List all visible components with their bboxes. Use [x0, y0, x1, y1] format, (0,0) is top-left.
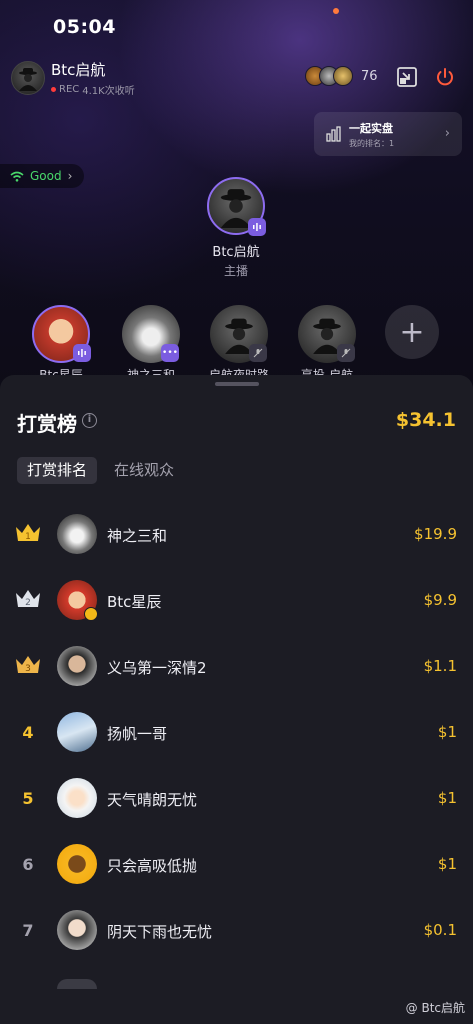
watermark: @ Btc启航 [406, 999, 465, 1016]
pk-card-subtitle: 我的排名：1 [349, 138, 395, 148]
gift-amount: $1 [437, 723, 457, 741]
wifi-icon [10, 171, 24, 182]
more-options-icon[interactable]: ••• [161, 344, 179, 362]
mic-muted-icon [337, 344, 355, 362]
user-name: 义乌第一深情2 [107, 659, 207, 677]
total-amount: $34.1 [395, 409, 456, 431]
ranking-row[interactable]: 6 只会高吸低抛 $1 [0, 839, 473, 893]
network-status-pill[interactable]: Good › [0, 164, 85, 188]
rank-number: 5 [22, 789, 34, 808]
add-guest-icon[interactable]: + [385, 305, 439, 359]
gift-amount: $19.9 [414, 525, 457, 543]
gold-crown-icon: 1 [16, 524, 40, 542]
pk-rank-card[interactable]: 一起实盘 我的排名：1 › [314, 112, 462, 156]
gift-amount: $1 [437, 855, 457, 873]
user-name: 阴天下雨也无忧 [107, 923, 213, 941]
ranking-row[interactable]: 1 神之三和 $19.9 [0, 509, 473, 563]
rank-number: 3 [25, 664, 31, 674]
host-seat-name: Btc启航 [212, 245, 260, 260]
mic-muted-icon [249, 344, 267, 362]
viewer-avatars[interactable]: 76 [305, 66, 378, 86]
listener-count: 4.1K次收听 [82, 86, 135, 97]
host-stats: REC 4.1K次收听 [51, 82, 135, 97]
ranking-row[interactable]: 4 扬帆一哥 $1 [0, 707, 473, 761]
status-time: 05:04 [53, 16, 116, 38]
tab-gift-ranking[interactable]: 打赏排名 [17, 457, 97, 484]
ranking-row[interactable]: 2 Btc星辰 $9.9 [0, 575, 473, 629]
gift-amount: $0.1 [423, 921, 457, 939]
user-avatar[interactable] [57, 712, 97, 752]
user-name: Btc星辰 [107, 593, 162, 611]
rank-number: 1 [25, 532, 31, 542]
user-name: 只会高吸低抛 [107, 857, 198, 875]
ranking-row[interactable]: 7 阴天下雨也无忧 $0.1 [0, 905, 473, 959]
user-avatar[interactable] [57, 844, 97, 884]
verified-badge-icon [84, 607, 98, 621]
user-avatar[interactable] [57, 514, 97, 554]
bronze-crown-icon: 3 [16, 656, 40, 674]
chevron-right-icon: › [67, 169, 73, 183]
rank-number: 4 [22, 723, 34, 742]
minimize-window-icon[interactable] [396, 66, 418, 88]
user-avatar[interactable] [57, 910, 97, 950]
ranking-row[interactable]: 3 义乌第一深情2 $1.1 [0, 641, 473, 695]
bar-chart-icon [326, 126, 341, 142]
info-icon[interactable]: i [82, 413, 97, 428]
user-avatar[interactable] [57, 646, 97, 686]
pk-card-title: 一起实盘 [349, 121, 393, 135]
host-avatar[interactable] [11, 61, 45, 95]
gift-amount: $1 [437, 789, 457, 807]
rec-dot-icon [51, 87, 56, 92]
network-status-label: Good [30, 169, 62, 183]
sheet-drag-handle[interactable] [215, 382, 259, 386]
power-off-icon[interactable] [434, 66, 456, 88]
host-info[interactable]: Btc启航 REC 4.1K次收听 [11, 59, 135, 97]
sheet-title: 打赏榜 [17, 412, 77, 436]
rank-number: 2 [25, 598, 31, 608]
ranking-row[interactable]: 5 天气晴朗无忧 $1 [0, 773, 473, 827]
rec-label: REC [59, 84, 80, 95]
user-avatar[interactable] [57, 778, 97, 818]
spy-avatar-icon [19, 68, 37, 91]
gift-ranking-sheet: 打赏榜 i $34.1 打赏排名 在线观众 1 神之三和 $19.9 2 Btc… [0, 375, 473, 1024]
user-name: 神之三和 [107, 527, 168, 545]
watermark-text: @ Btc启航 [405, 1001, 465, 1015]
recording-indicator-dot [333, 8, 339, 14]
silver-crown-icon: 2 [16, 590, 40, 608]
tab-online-audience[interactable]: 在线观众 [114, 457, 174, 484]
host-name: Btc启航 [51, 61, 106, 79]
user-name: 天气晴朗无忧 [107, 791, 198, 809]
rank-number: 7 [22, 921, 34, 940]
mic-active-icon [248, 218, 266, 236]
user-avatar-partial[interactable] [57, 979, 97, 989]
gift-amount: $9.9 [423, 591, 457, 609]
user-name: 扬帆一哥 [107, 725, 168, 743]
chevron-right-icon: › [444, 126, 450, 141]
gift-amount: $1.1 [423, 657, 457, 675]
viewer-avatar [333, 66, 353, 86]
host-seat-role: 主播 [223, 264, 248, 278]
live-room-background: 05:04 Btc启航 REC 4.1K次收听 76 一起实盘 我的排名：1 ›… [0, 0, 473, 400]
viewer-count: 76 [361, 68, 378, 84]
rank-number: 6 [22, 855, 34, 874]
mic-active-icon [73, 344, 91, 362]
